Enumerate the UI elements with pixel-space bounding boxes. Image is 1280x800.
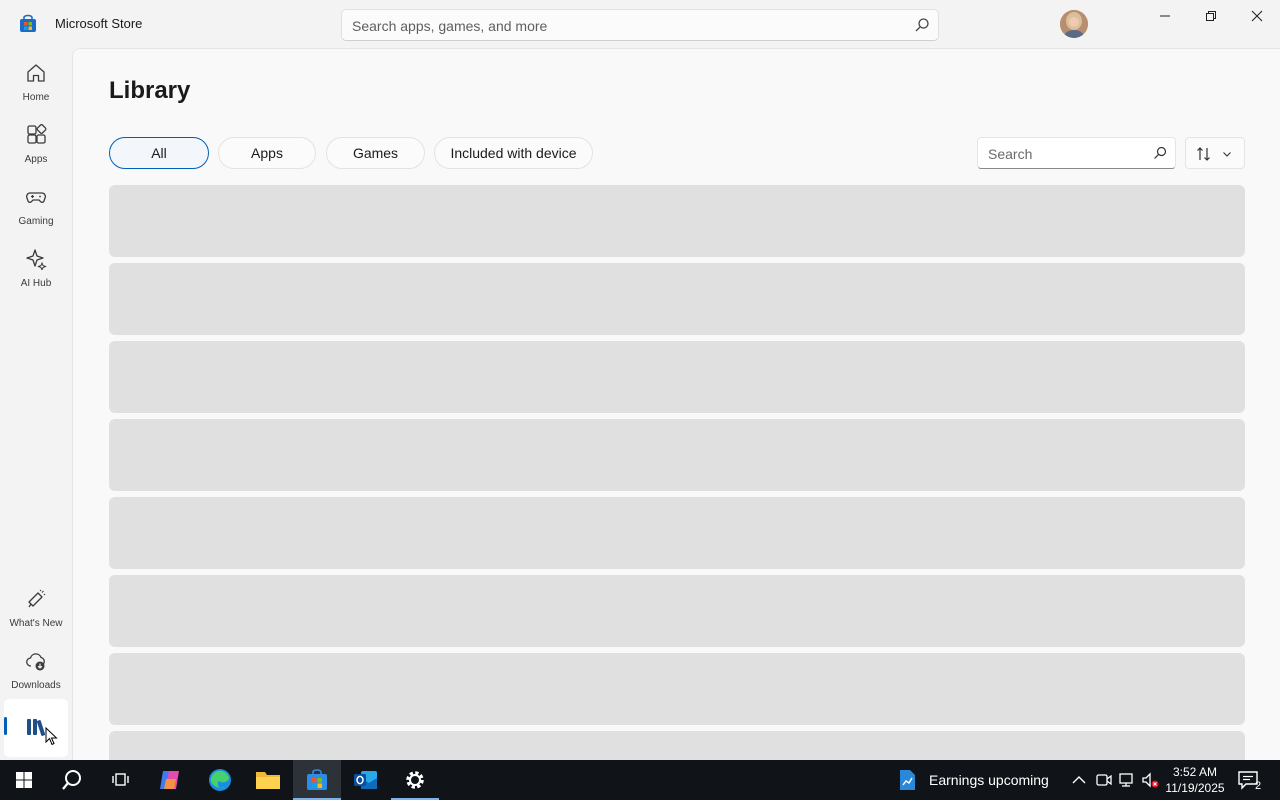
meet-icon[interactable] — [1094, 770, 1114, 790]
taskbar-outlook[interactable] — [342, 760, 390, 800]
search-icon[interactable] — [1153, 146, 1167, 160]
close-button[interactable] — [1234, 0, 1280, 32]
nav-item-ai-hub[interactable]: AI Hub — [4, 240, 68, 296]
edge-icon — [209, 769, 231, 791]
loading-placeholder-row — [109, 497, 1245, 569]
nav-item-apps[interactable]: Apps — [4, 116, 68, 172]
nav-label-downloads: Downloads — [11, 680, 61, 691]
nav-label-gaming: Gaming — [18, 216, 54, 227]
megaphone-icon — [28, 589, 46, 608]
filter-apps[interactable]: Apps — [218, 137, 316, 169]
outlook-icon — [354, 771, 377, 789]
volume-muted-icon[interactable] — [1140, 770, 1160, 790]
close-icon — [1251, 10, 1263, 22]
loading-placeholder-row — [109, 263, 1245, 335]
nav-item-downloads[interactable]: Downloads — [4, 642, 68, 698]
minimize-button[interactable] — [1142, 0, 1188, 32]
library-search-placeholder: Search — [988, 146, 1033, 162]
nav-item-whats-new[interactable]: What's New — [4, 580, 68, 636]
cloud-download-icon — [26, 653, 45, 671]
clock-date: 11/19/2025 — [1165, 781, 1225, 795]
search-icon[interactable] — [914, 17, 930, 33]
loading-placeholder-row — [109, 575, 1245, 647]
page-title: Library — [109, 77, 191, 104]
chevron-down-icon — [1223, 152, 1231, 157]
search-icon — [62, 770, 81, 790]
filter-games[interactable]: Games — [326, 137, 425, 169]
store-icon — [307, 769, 327, 790]
nav-label-apps: Apps — [24, 154, 48, 165]
loading-placeholder-row — [109, 653, 1245, 725]
apps-icon — [27, 124, 47, 144]
minimize-icon — [1160, 15, 1170, 17]
file-explorer-icon — [256, 772, 280, 789]
store-logo-icon — [20, 14, 36, 32]
start-icon — [16, 772, 32, 788]
sort-icon — [1197, 147, 1210, 161]
nav-item-gaming[interactable]: Gaming — [4, 178, 68, 234]
network-icon[interactable] — [1117, 770, 1137, 790]
weather-widget[interactable]: Earnings upcoming — [895, 760, 1049, 800]
system-clock[interactable]: 3:52 AM 11/19/2025 — [1160, 764, 1230, 796]
restore-icon — [1206, 11, 1216, 21]
start-button[interactable] — [0, 760, 48, 800]
taskbar-microsoft-store[interactable] — [293, 760, 341, 800]
chevron-up-icon[interactable] — [1069, 770, 1089, 790]
store-search-box[interactable]: Search apps, games, and more — [341, 9, 939, 41]
sparkle-icon — [26, 249, 47, 270]
mouse-cursor-icon — [45, 727, 58, 746]
taskbar-search-button[interactable] — [48, 760, 96, 800]
taskbar-edge[interactable] — [196, 760, 244, 800]
nav-item-library[interactable] — [4, 699, 68, 757]
taskbar-file-explorer[interactable] — [244, 760, 292, 800]
store-search-placeholder: Search apps, games, and more — [352, 18, 548, 34]
copilot-icon — [160, 771, 179, 789]
taskbar: Earnings upcoming 3:52 AM 11/19/2025 2 — [0, 760, 1280, 800]
selected-indicator — [4, 717, 7, 735]
loading-placeholder-row — [109, 731, 1245, 760]
settings-icon — [406, 771, 424, 789]
notification-count-badge: 2 — [1254, 780, 1262, 792]
nav-label-ai-hub: AI Hub — [20, 278, 52, 289]
loading-placeholder-row — [109, 185, 1245, 257]
nav-item-home[interactable]: Home — [4, 54, 68, 110]
weather-text: Earnings upcoming — [929, 772, 1049, 788]
library-search-input[interactable]: Search — [977, 137, 1176, 169]
task-view-icon — [112, 773, 129, 786]
clock-time: 3:52 AM — [1172, 765, 1218, 779]
sort-button[interactable] — [1185, 137, 1245, 169]
nav-label-home: Home — [22, 92, 50, 103]
taskbar-settings[interactable] — [391, 760, 439, 800]
app-title: Microsoft Store — [55, 16, 143, 31]
stock-chart-icon — [900, 770, 915, 790]
gamepad-icon — [26, 192, 46, 203]
restore-button[interactable] — [1188, 0, 1234, 32]
home-icon — [27, 64, 45, 82]
title-bar: Microsoft Store Search apps, games, and … — [0, 0, 1280, 48]
left-navigation: Home Apps Gaming AI Hub What's New Downl… — [0, 48, 72, 760]
nav-label-whats-new: What's New — [9, 618, 63, 629]
library-page: Library All Apps Games Included with dev… — [72, 48, 1280, 760]
task-view-button[interactable] — [96, 760, 144, 800]
loading-placeholder-row — [109, 419, 1245, 491]
filter-all[interactable]: All — [109, 137, 209, 169]
filter-included-with-device[interactable]: Included with device — [434, 137, 593, 169]
user-avatar[interactable] — [1060, 10, 1088, 38]
avatar-image — [1060, 10, 1088, 38]
loading-placeholder-row — [109, 341, 1245, 413]
taskbar-copilot[interactable] — [146, 760, 194, 800]
